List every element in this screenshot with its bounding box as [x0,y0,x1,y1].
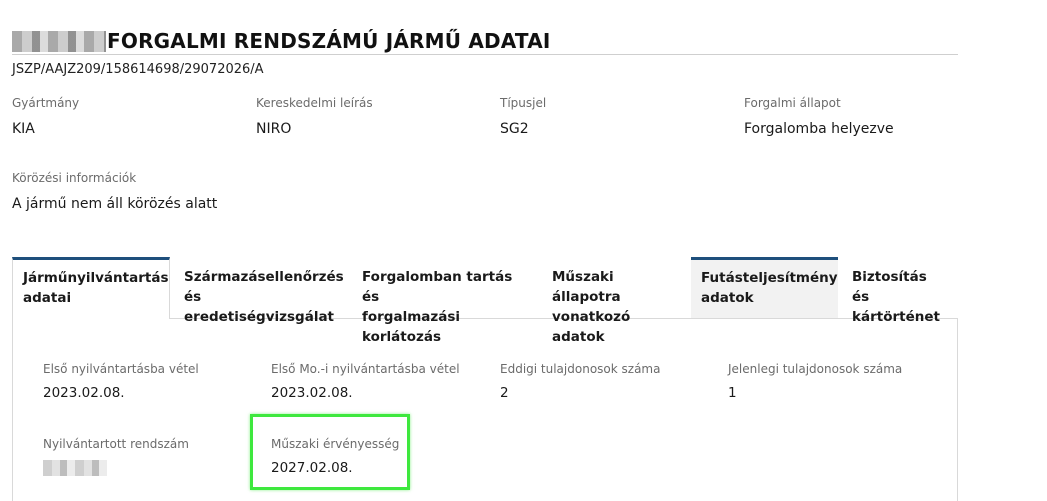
current-owners-field: Jelenlegi tulajdonosok száma 1 [728,362,902,401]
traffic-status-value: Forgalomba helyezve [744,121,894,137]
trade-description-value: NIRO [256,121,292,137]
tab-technical-state-line1: Műszaki állapotra [552,269,621,305]
wanted-info-label: Körözési információk [12,171,137,185]
tab-mileage-line1: Futásteljesítmény [701,270,838,286]
manufacturer-value: KIA [12,121,35,137]
type-code-field: Típusjel SG2 [500,96,546,137]
tab-technical-state[interactable]: Műszaki állapotra vonatkozó adatok [542,257,690,345]
current-owners-value: 1 [728,385,737,401]
previous-owners-label: Eddigi tulajdonosok száma [500,362,661,376]
registered-plate-field: Nyilvántartott rendszám [43,437,189,455]
registry-tab-panel [12,319,958,501]
first-hu-registration-value: 2023.02.08. [271,385,353,401]
first-registration-value: 2023.02.08. [43,385,125,401]
redacted-plate-value [43,460,107,476]
tab-restrictions-line1: Forgalomban tartás és [362,269,513,305]
tab-bar: Járműnyilvántartás adatai Származásellen… [12,257,958,345]
manufacturer-label: Gyártmány [12,96,80,110]
tab-registry-line1: Járműnyilvántartás [23,270,169,286]
tab-registry-line2: adatai [23,290,72,306]
current-owners-label: Jelenlegi tulajdonosok száma [728,362,903,376]
tab-mileage[interactable]: Futásteljesítmény adatok [691,257,838,318]
first-hu-registration-field: Első Mo.-i nyilvántartásba vétel 2023.02… [271,362,460,401]
first-registration-label: Első nyilvántartásba vétel [43,362,199,376]
trade-description-label: Kereskedelmi leírás [256,96,373,110]
tab-origin-check[interactable]: Származásellenőrzés és eredetiségvizsgál… [174,257,352,325]
type-code-label: Típusjel [500,96,547,110]
wanted-info-field: Körözési információk A jármű nem áll kör… [12,171,217,212]
traffic-status-field: Forgalmi állapot Forgalomba helyezve [744,96,894,137]
first-hu-registration-label: Első Mo.-i nyilvántartásba vétel [271,362,460,376]
manufacturer-field: Gyártmány KIA [12,96,79,137]
page-header: FORGALMI RENDSZÁMÚ JÁRMŰ ADATAI [12,28,958,55]
tab-registry[interactable]: Járműnyilvántartás adatai [12,257,170,319]
vehicle-data-page: FORGALMI RENDSZÁMÚ JÁRMŰ ADATAI JSZP/AAJ… [0,0,1047,501]
registered-plate-label: Nyilvántartott rendszám [43,437,189,451]
technical-validity-highlight [250,414,410,490]
redacted-plate [12,31,106,52]
trade-description-field: Kereskedelmi leírás NIRO [256,96,373,137]
previous-owners-field: Eddigi tulajdonosok száma 2 [500,362,660,401]
tab-restrictions[interactable]: Forgalomban tartás és forgalmazási korlá… [352,257,542,345]
tab-insurance-line1: Biztosítás és [852,269,927,305]
tab-mileage-line2: adatok [701,290,754,306]
previous-owners-value: 2 [500,385,509,401]
first-registration-field: Első nyilvántartásba vétel 2023.02.08. [43,362,199,401]
type-code-value: SG2 [500,121,529,137]
tab-insurance[interactable]: Biztosítás és kártörténet [842,257,958,325]
tab-origin-check-line1: Származásellenőrzés [184,269,344,285]
wanted-info-value: A jármű nem áll körözés alatt [12,196,218,212]
page-title: FORGALMI RENDSZÁMÚ JÁRMŰ ADATAI [107,29,551,53]
document-id: JSZP/AAJZ209/158614698/29072026/A [12,62,264,77]
traffic-status-label: Forgalmi állapot [744,96,841,110]
